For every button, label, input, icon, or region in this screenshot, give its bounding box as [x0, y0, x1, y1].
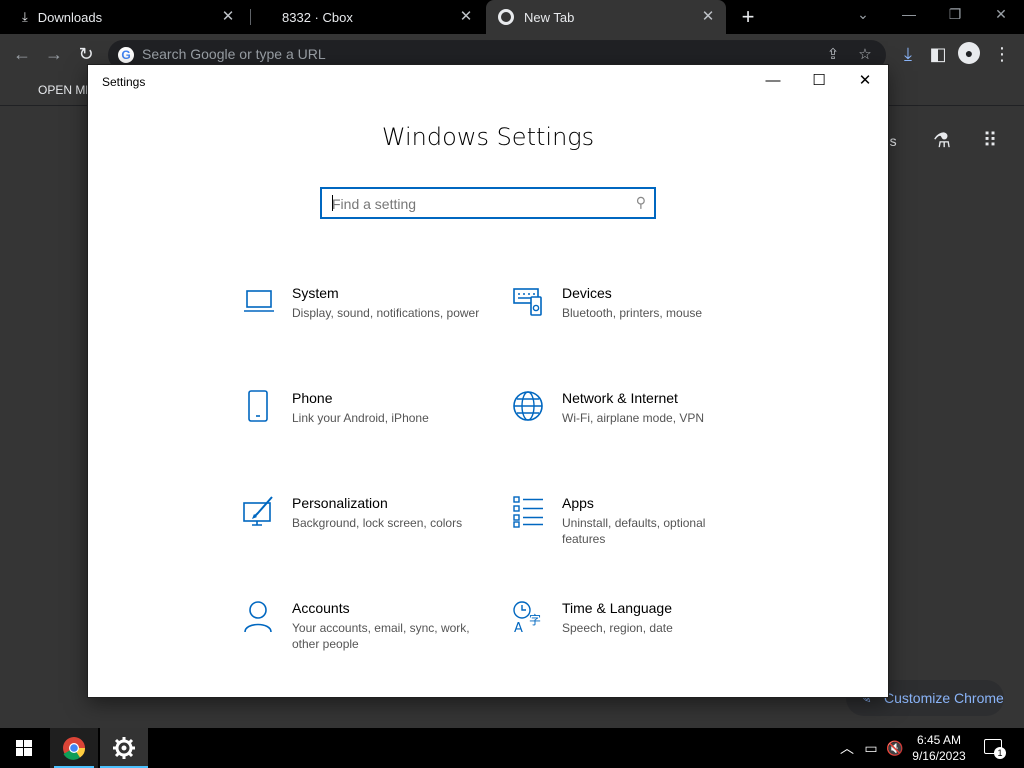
new-tab-button[interactable]: +: [736, 5, 760, 29]
tab-strip: ⤓ Downloads ✕ 8332 · Cbox ✕ New Tab ✕ + …: [0, 0, 1024, 34]
gear-icon: [113, 737, 135, 759]
settings-window-title: Settings: [102, 75, 146, 89]
download-icon: ⤓: [22, 9, 28, 24]
chrome-icon: [498, 9, 514, 25]
tab-title: Downloads: [37, 9, 103, 25]
category-label: Accounts: [292, 600, 350, 616]
category-label: Personalization: [292, 495, 388, 511]
category-desc: Display, sound, notifications, power: [292, 306, 480, 320]
category-desc: Link your Android, iPhone: [292, 411, 429, 425]
desktop: ⤓ Downloads ✕ 8332 · Cbox ✕ New Tab ✕ + …: [0, 0, 1024, 768]
search-placeholder: Find a setting: [332, 196, 417, 212]
tab-cbox[interactable]: 8332 · Cbox ✕: [262, 0, 484, 34]
category-label: Network & Internet: [562, 390, 678, 406]
person-icon: [244, 601, 272, 633]
reload-icon[interactable]: ↻: [74, 42, 98, 66]
category-desc: Uninstall, defaults, optional features: [562, 516, 706, 546]
profile-icon[interactable]: ●: [958, 42, 982, 66]
find-setting-input[interactable]: Find a setting ⚲: [320, 187, 656, 219]
text-caret: [332, 195, 333, 211]
paintbrush-icon: [243, 496, 273, 526]
tab-title: New Tab: [524, 9, 575, 25]
tab-downloads[interactable]: ⤓ Downloads ✕: [10, 0, 246, 34]
back-icon[interactable]: ←: [10, 42, 34, 66]
notification-count: 1: [994, 747, 1006, 759]
page-title: Windows Settings: [381, 123, 595, 151]
start-button[interactable]: [0, 728, 48, 768]
tab-separator: [250, 9, 251, 25]
clock-time: 6:45 AM: [916, 733, 962, 747]
close-icon[interactable]: ✕: [700, 9, 716, 25]
menu-icon[interactable]: ⋮: [990, 42, 1014, 66]
tab-search-icon[interactable]: ⌄: [840, 0, 886, 30]
share-icon[interactable]: ⇪: [824, 46, 842, 64]
clock[interactable]: 6:45 AM 9/16/2023: [908, 732, 970, 764]
side-panel-icon[interactable]: ◧: [926, 42, 950, 66]
taskbar-chrome[interactable]: [50, 728, 98, 768]
forward-icon[interactable]: →: [42, 42, 66, 66]
windows-logo-icon: [16, 740, 32, 756]
tab-new-tab[interactable]: New Tab ✕: [486, 0, 726, 34]
close-icon[interactable]: ✕: [458, 9, 474, 25]
category-label: Time & Language: [562, 600, 672, 616]
downloads-icon[interactable]: ⤓: [896, 42, 920, 66]
devices-icon: [513, 288, 542, 316]
category-accounts[interactable]: Accounts Your accounts, email, sync, wor…: [242, 600, 502, 680]
category-label: Devices: [562, 285, 612, 301]
category-phone[interactable]: Phone Link your Android, iPhone: [242, 390, 502, 470]
chevron-up-icon[interactable]: ︿: [838, 739, 856, 757]
restore-icon[interactable]: ❐: [932, 0, 978, 30]
notification-center-icon[interactable]: 1: [984, 739, 1006, 759]
customize-label: Customize Chrome: [884, 690, 1004, 706]
globe-icon: [513, 391, 543, 421]
category-desc: Your accounts, email, sync, work, other …: [292, 621, 470, 651]
category-desc: Bluetooth, printers, mouse: [562, 306, 703, 320]
category-system[interactable]: System Display, sound, notifications, po…: [242, 285, 502, 365]
close-icon[interactable]: ✕: [220, 9, 236, 25]
category-apps[interactable]: Apps Uninstall, defaults, optional featu…: [512, 495, 772, 575]
category-desc: Wi-Fi, airplane mode, VPN: [562, 411, 705, 425]
clock-date: 9/16/2023: [912, 749, 966, 763]
apps-grid-icon[interactable]: ⠿: [978, 129, 1002, 153]
taskbar: ︿ ▭ 🔇 6:45 AM 9/16/2023 1: [0, 728, 1024, 768]
category-label: Apps: [562, 495, 594, 511]
bookmark-item[interactable]: OPEN ME: [38, 83, 93, 97]
category-label: System: [292, 285, 339, 301]
apps-list-icon: [513, 496, 543, 528]
chrome-icon: [63, 737, 86, 760]
category-desc: Speech, region, date: [562, 621, 673, 635]
svg-text:A: A: [514, 621, 523, 634]
time-language-icon: A 字: [513, 601, 541, 634]
volume-muted-icon[interactable]: 🔇: [886, 739, 904, 757]
svg-text:字: 字: [529, 612, 541, 627]
category-desc: Background, lock screen, colors: [292, 516, 463, 530]
omnibox-placeholder: Search Google or type a URL: [142, 46, 326, 62]
close-icon[interactable]: ✕: [842, 65, 888, 97]
star-icon[interactable]: ☆: [856, 46, 874, 64]
network-icon[interactable]: ▭: [862, 739, 880, 757]
category-network[interactable]: Network & Internet Wi-Fi, airplane mode,…: [512, 390, 772, 470]
laptop-icon: [244, 290, 274, 312]
close-window-icon[interactable]: ✕: [978, 0, 1024, 30]
maximize-icon[interactable]: ☐: [796, 65, 842, 97]
category-devices[interactable]: Devices Bluetooth, printers, mouse: [512, 285, 772, 365]
minimize-icon[interactable]: —: [750, 65, 796, 97]
category-label: Phone: [292, 390, 333, 406]
tab-title: 8332 · Cbox: [282, 9, 353, 25]
settings-window: Settings — ☐ ✕ Windows Settings Find a s…: [88, 65, 888, 697]
google-icon: G: [118, 47, 134, 63]
taskbar-settings[interactable]: [100, 728, 148, 768]
settings-titlebar[interactable]: Settings — ☐ ✕: [88, 65, 888, 97]
category-personalization[interactable]: Personalization Background, lock screen,…: [242, 495, 502, 575]
labs-flask-icon[interactable]: ⚗: [930, 129, 954, 153]
minimize-icon[interactable]: —: [886, 0, 932, 30]
phone-icon: [248, 390, 268, 422]
search-icon: ⚲: [635, 194, 646, 210]
category-time-language[interactable]: A 字 Time & Language Speech, region, date: [512, 600, 772, 680]
